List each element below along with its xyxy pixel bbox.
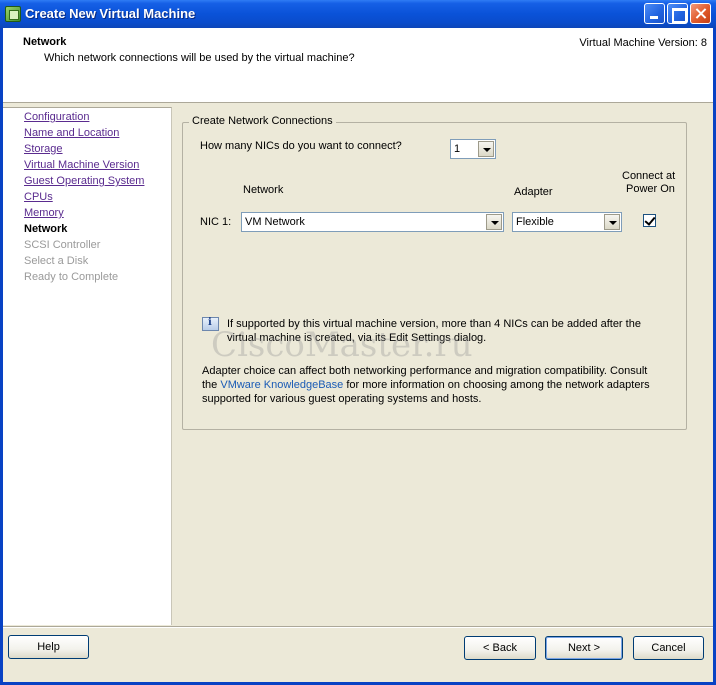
wizard-steps-nav: Configuration Name and Location Storage … [3, 107, 172, 625]
help-button[interactable]: Help [8, 635, 89, 659]
nic-count-value: 1 [454, 143, 461, 155]
group-label: Create Network Connections [189, 115, 336, 127]
back-button[interactable]: < Back [464, 636, 536, 660]
nav-item-scsi-controller: SCSI Controller [24, 239, 101, 251]
minimize-icon[interactable] [644, 3, 665, 24]
wizard-header: Network Which network connections will b… [3, 28, 713, 103]
close-icon[interactable] [690, 3, 711, 24]
nav-item-vm-version[interactable]: Virtual Machine Version [24, 159, 139, 171]
nic-count-select[interactable]: 1 [450, 139, 496, 159]
nav-item-select-disk: Select a Disk [24, 255, 89, 267]
nic-1-network-value: VM Network [245, 216, 305, 228]
window-title: Create New Virtual Machine [25, 6, 196, 21]
nav-item-ready-to-complete: Ready to Complete [24, 271, 119, 283]
nav-item-name-and-location[interactable]: Name and Location [24, 127, 119, 139]
title-bar[interactable]: Create New Virtual Machine [0, 0, 716, 28]
page-subtitle: Which network connections will be used b… [44, 52, 355, 64]
nic-1-label: NIC 1: [200, 216, 232, 228]
adapter-note-line2: the VMware KnowledgeBase for more inform… [202, 378, 650, 392]
nic-1-adapter-select[interactable]: Flexible [512, 212, 622, 232]
connect-column-header-line1: Connect at [622, 170, 676, 182]
nav-item-storage[interactable]: Storage [24, 143, 63, 155]
network-column-header: Network [243, 184, 284, 196]
maximize-icon[interactable] [667, 3, 688, 24]
nav-item-network: Network [24, 223, 68, 235]
nic-1-network-select[interactable]: VM Network [241, 212, 504, 232]
dialog-body: Network Which network connections will b… [3, 28, 713, 682]
vm-app-icon [5, 6, 21, 22]
footer-divider [3, 626, 713, 628]
page-title: Network [23, 36, 67, 48]
nav-item-configuration[interactable]: Configuration [24, 111, 89, 123]
nav-item-cpus[interactable]: CPUs [24, 191, 53, 203]
adapter-note: Adapter choice can affect both networkin… [202, 364, 650, 406]
vmware-knowledgebase-link[interactable]: VMware KnowledgeBase [220, 379, 343, 391]
connect-column-header-line2: Power On [626, 183, 675, 195]
chevron-down-icon[interactable] [478, 141, 494, 157]
adapter-note-pre: the [202, 379, 221, 391]
nic-1-adapter-value: Flexible [516, 216, 554, 228]
adapter-note-line1: Adapter choice can affect both networkin… [202, 365, 648, 377]
adapter-note-post: for more information on choosing among t… [343, 379, 650, 391]
dialog-window: Create New Virtual Machine Network Which… [0, 0, 716, 685]
watermark: CiscoMaster.ru [211, 325, 473, 365]
chevron-down-icon[interactable] [486, 214, 502, 230]
nav-item-memory[interactable]: Memory [24, 207, 64, 219]
vm-version-label: Virtual Machine Version: 8 [579, 37, 707, 49]
next-button[interactable]: Next > [545, 636, 623, 660]
nav-item-guest-os[interactable]: Guest Operating System [24, 175, 144, 187]
nic-1-connect-at-power-on-checkbox[interactable] [643, 214, 656, 227]
adapter-note-line3: supported for various guest operating sy… [202, 393, 482, 405]
chevron-down-icon[interactable] [604, 214, 620, 230]
adapter-column-header: Adapter [514, 186, 553, 198]
cancel-button[interactable]: Cancel [633, 636, 704, 660]
nic-count-label: How many NICs do you want to connect? [200, 140, 402, 152]
